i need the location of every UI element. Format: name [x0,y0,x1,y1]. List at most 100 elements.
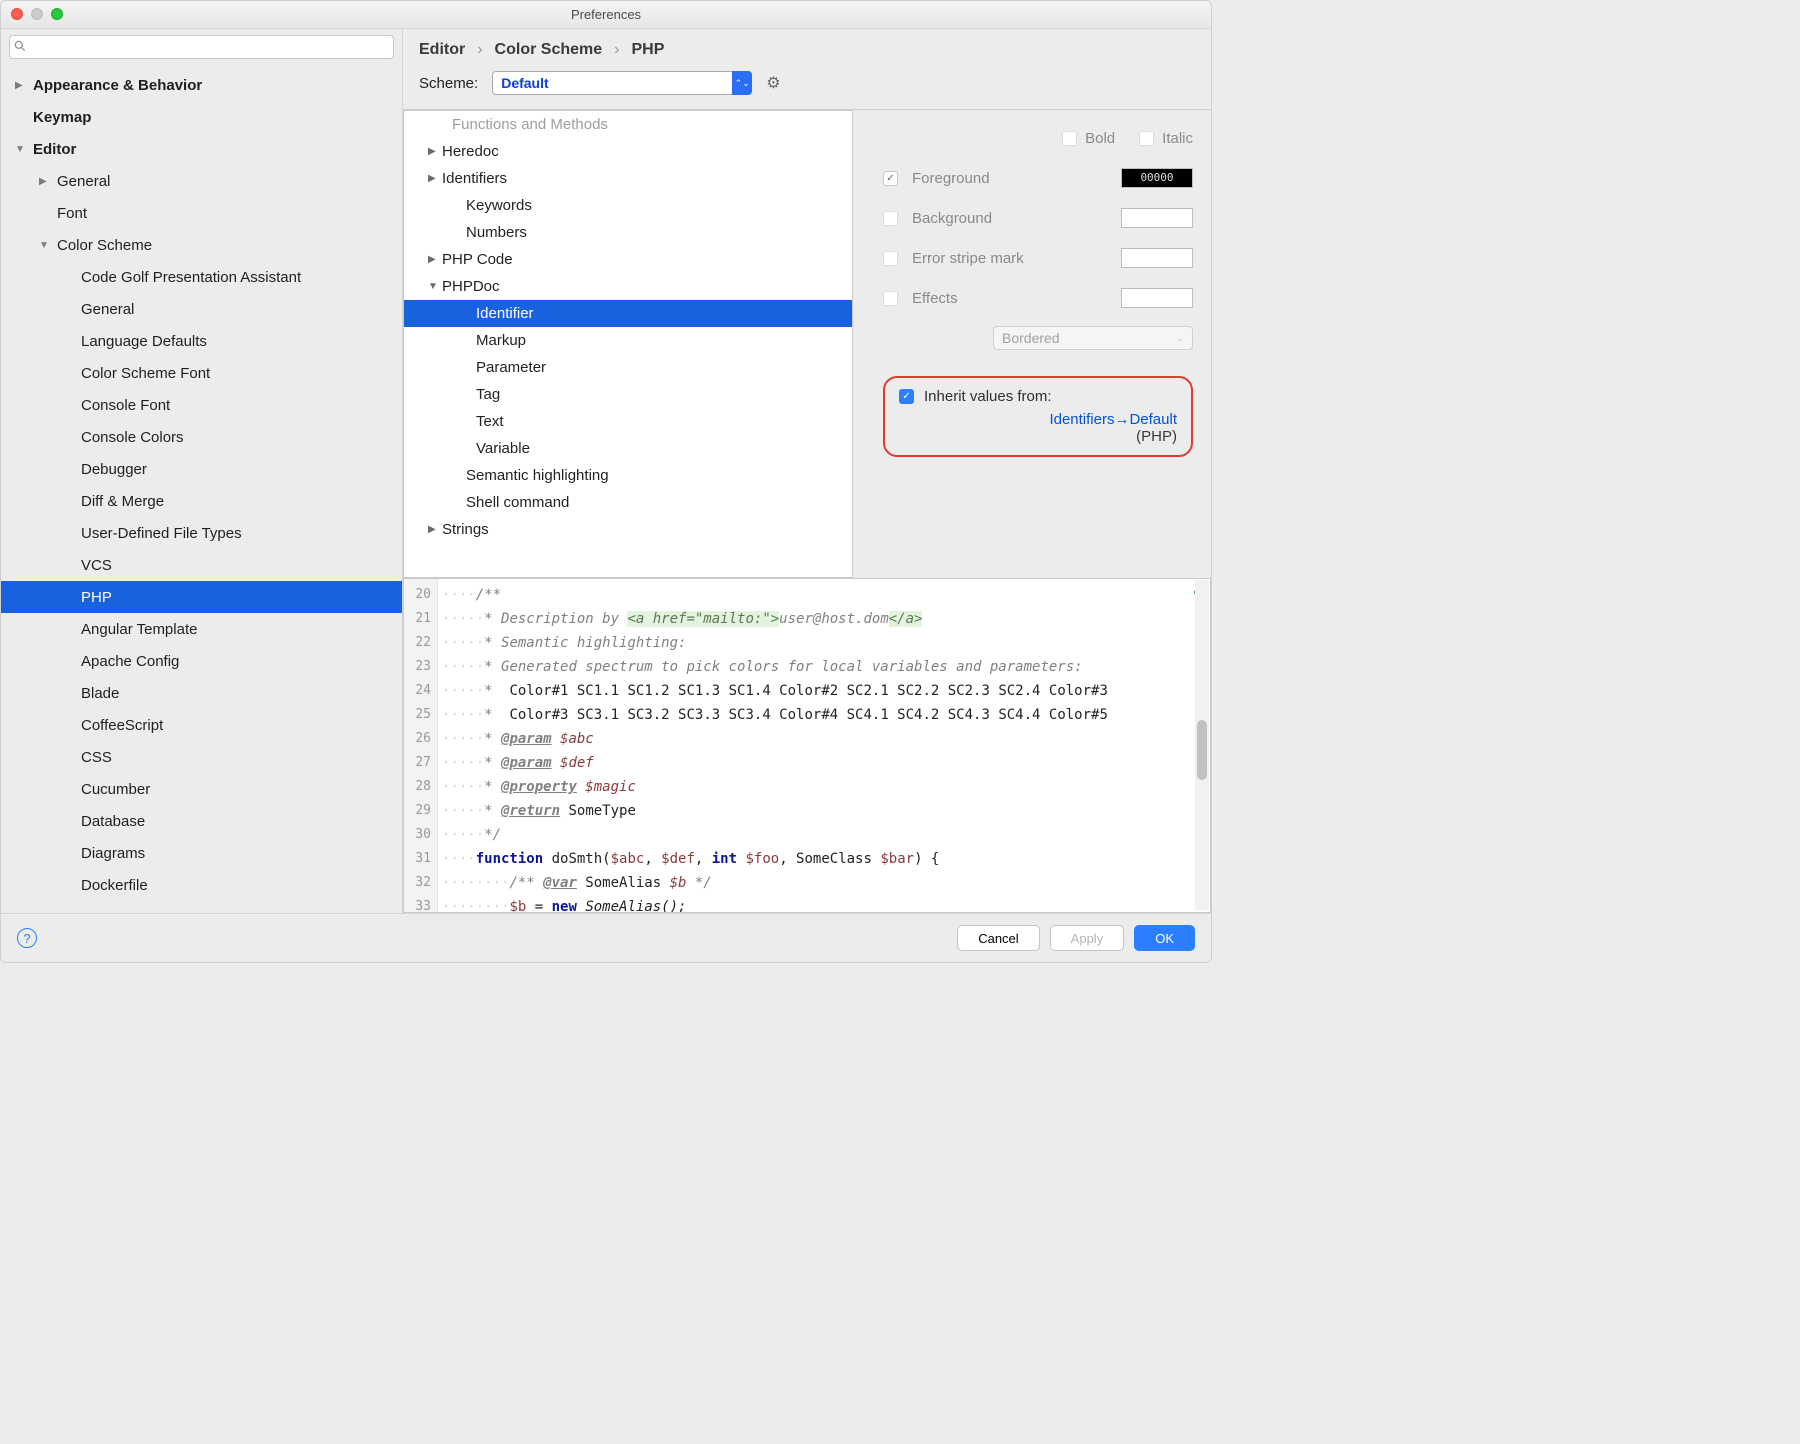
sidebar-item-general[interactable]: General [1,293,402,325]
sidebar-item-console-colors[interactable]: Console Colors [1,421,402,453]
gutter: 20 21 22 23 24 25 26 27 28 29 30 31 32 3… [404,579,438,912]
close-icon[interactable] [11,8,23,20]
dialog-footer: ? Cancel Apply OK [1,914,1211,962]
foreground-checkbox[interactable]: ✓ [883,171,898,186]
sidebar-item-css[interactable]: CSS [1,741,402,773]
scrollbar-thumb[interactable] [1197,720,1207,780]
sidebar-item-color-scheme[interactable]: ▼Color Scheme [1,229,402,261]
category-identifier[interactable]: Identifier [404,300,852,327]
sidebar-item-font[interactable]: Font [1,197,402,229]
sidebar-item-language-defaults[interactable]: Language Defaults [1,325,402,357]
scheme-select[interactable]: Default [492,71,752,95]
sidebar-item-blade[interactable]: Blade [1,677,402,709]
foreground-swatch[interactable]: 00000 [1121,168,1193,188]
errorstripe-checkbox[interactable] [883,251,898,266]
search-field-wrap [1,29,402,65]
sidebar-item-label: Cucumber [81,781,150,798]
category-numbers[interactable]: Numbers [404,219,852,246]
category-label: Variable [476,440,530,457]
breadcrumb-colorscheme[interactable]: Color Scheme [495,41,603,59]
category-semantic-highlighting[interactable]: Semantic highlighting [404,462,852,489]
sidebar-item-label: PHP [81,589,112,606]
sidebar-item-label: Apache Config [81,653,179,670]
sidebar-item-cucumber[interactable]: Cucumber [1,773,402,805]
code-preview[interactable]: 20 21 22 23 24 25 26 27 28 29 30 31 32 3… [403,578,1211,913]
chevron-right-icon: ▶ [15,80,27,91]
category-label: Shell command [466,494,569,511]
sidebar-item-code-golf-presentation-assistant[interactable]: Code Golf Presentation Assistant [1,261,402,293]
sidebar-item-dockerfile[interactable]: Dockerfile [1,869,402,901]
search-icon [13,39,27,53]
category-php-code[interactable]: ▶PHP Code [404,246,852,273]
sidebar-item-appearance-behavior[interactable]: ▶ Appearance & Behavior [1,69,402,101]
scheme-select-wrap: Default ⌃⌄ [492,71,752,95]
category-text[interactable]: Text [404,408,852,435]
sidebar-item-angular-template[interactable]: Angular Template [1,613,402,645]
zoom-icon[interactable] [51,8,63,20]
category-identifiers[interactable]: ▶Identifiers [404,165,852,192]
middle-split: Functions and Methods▶Heredoc▶Identifier… [403,110,1211,578]
inherit-link[interactable]: Identifiers→Default [1049,411,1177,428]
cancel-button[interactable]: Cancel [957,925,1039,951]
bold-label: Bold [1085,130,1115,147]
category-tag[interactable]: Tag [404,381,852,408]
settings-tree[interactable]: ▶ Appearance & Behavior Keymap▼Editor▶Gene… [1,65,402,913]
sidebar-item-label: Code Golf Presentation Assistant [81,269,301,286]
sidebar-item-diagrams[interactable]: Diagrams [1,837,402,869]
code-scrollbar[interactable] [1195,580,1209,910]
sidebar-item-keymap[interactable]: Keymap [1,101,402,133]
category-list[interactable]: Functions and Methods▶Heredoc▶Identifier… [403,110,853,578]
sidebar-item-label: Angular Template [81,621,197,638]
sidebar-item-label: Font [57,205,87,222]
category-label: PHPDoc [442,278,500,295]
category-keywords[interactable]: Keywords [404,192,852,219]
sidebar-item-php[interactable]: PHP [1,581,402,613]
sidebar-item-color-scheme-font[interactable]: Color Scheme Font [1,357,402,389]
sidebar-item-vcs[interactable]: VCS [1,549,402,581]
sidebar-item-console-font[interactable]: Console Font [1,389,402,421]
category-phpdoc[interactable]: ▼PHPDoc [404,273,852,300]
titlebar: Preferences [1,1,1211,29]
category-label: Semantic highlighting [466,467,609,484]
inherit-label: Inherit values from: [924,388,1052,405]
bold-checkbox[interactable] [1062,131,1077,146]
background-checkbox[interactable] [883,211,898,226]
sidebar-item-label: Appearance & Behavior [33,77,202,94]
window-controls [11,8,63,20]
inherit-checkbox[interactable]: ✓ [899,389,914,404]
background-label: Background [912,210,992,227]
category-strings[interactable]: ▶Strings [404,516,852,543]
sidebar-item-editor[interactable]: ▼Editor [1,133,402,165]
category-functions-and-methods[interactable]: Functions and Methods [404,111,852,138]
chevron-down-icon: ▼ [39,240,51,251]
background-swatch[interactable] [1121,208,1193,228]
sidebar-item-diff-merge[interactable]: Diff & Merge [1,485,402,517]
italic-checkbox[interactable] [1139,131,1154,146]
effects-label: Effects [912,290,958,307]
category-label: Strings [442,521,489,538]
breadcrumb-editor[interactable]: Editor [419,41,465,59]
effects-checkbox[interactable] [883,291,898,306]
category-shell-command[interactable]: Shell command [404,489,852,516]
sidebar-item-coffeescript[interactable]: CoffeeScript [1,709,402,741]
sidebar-item-user-defined-file-types[interactable]: User-Defined File Types [1,517,402,549]
apply-button[interactable]: Apply [1050,925,1125,951]
effects-swatch[interactable] [1121,288,1193,308]
category-label: Keywords [466,197,532,214]
search-input[interactable] [9,35,394,59]
help-icon[interactable]: ? [17,928,37,948]
errorstripe-swatch[interactable] [1121,248,1193,268]
effects-type-select[interactable]: Bordered⌄ [993,326,1193,350]
sidebar-item-debugger[interactable]: Debugger [1,453,402,485]
sidebar-item-general[interactable]: ▶General [1,165,402,197]
category-heredoc[interactable]: ▶Heredoc [404,138,852,165]
category-parameter[interactable]: Parameter [404,354,852,381]
category-variable[interactable]: Variable [404,435,852,462]
main-panel: Editor › Color Scheme › PHP Scheme: Defa… [403,29,1211,913]
ok-button[interactable]: OK [1134,925,1195,951]
category-markup[interactable]: Markup [404,327,852,354]
gear-icon[interactable]: ⚙ [766,73,780,93]
chevron-down-icon: ▼ [15,144,27,155]
sidebar-item-apache-config[interactable]: Apache Config [1,645,402,677]
sidebar-item-database[interactable]: Database [1,805,402,837]
